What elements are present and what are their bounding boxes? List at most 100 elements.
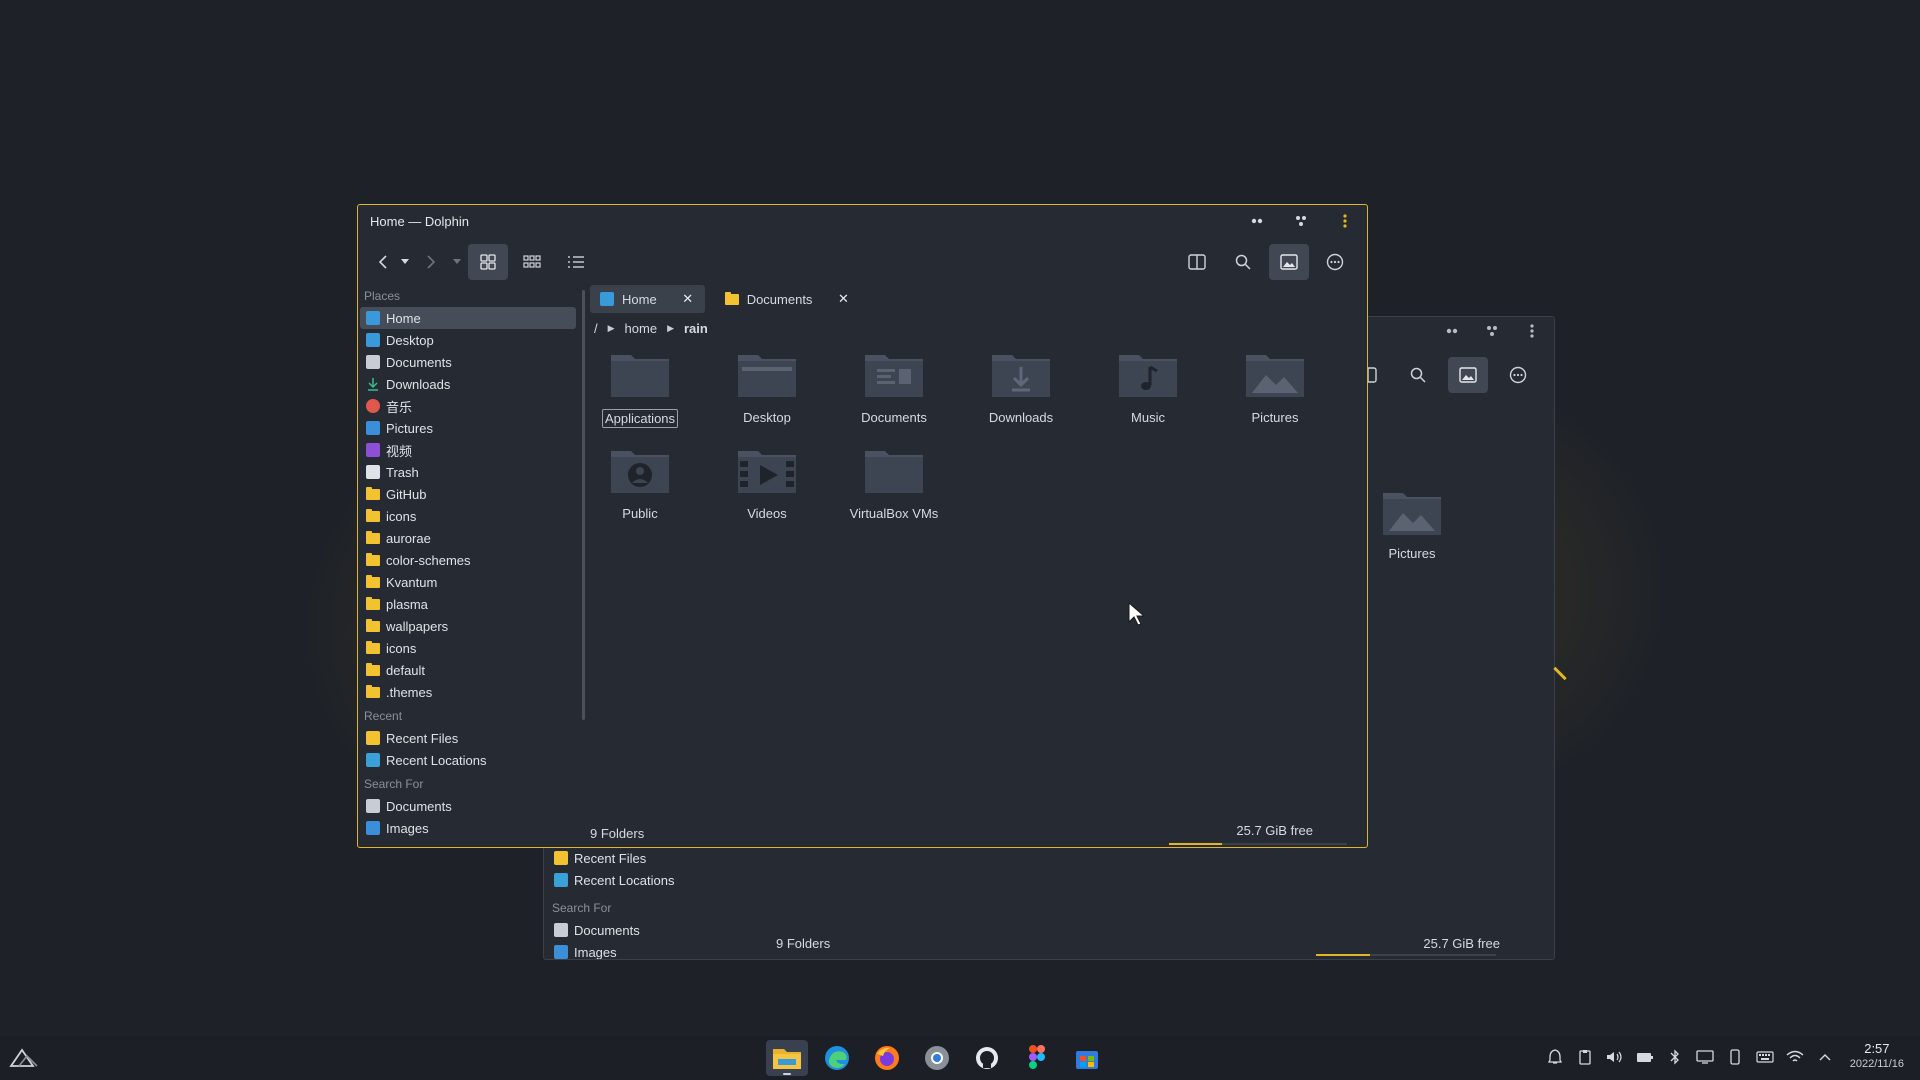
dolphin-window[interactable]: Home — Dolphin Places Home Desktop Docum… (357, 204, 1368, 848)
folder-item[interactable]: Videos (717, 445, 817, 523)
folder-applications-icon (611, 355, 669, 397)
folder-item[interactable]: Music (1098, 349, 1198, 427)
sidebar-item-desktop[interactable]: Desktop (360, 329, 576, 351)
sidebar-item-plasma[interactable]: plasma (360, 593, 576, 615)
sidebar-item-trash[interactable]: Trash (360, 461, 576, 483)
sidebar-item-pictures[interactable]: Pictures (360, 417, 576, 439)
chevron-right-icon[interactable]: ▶ (608, 323, 615, 334)
folder-item[interactable]: Downloads (971, 349, 1071, 427)
sidebar-item-recent-files[interactable]: Recent Files (360, 727, 576, 749)
folder-item[interactable]: Pictures (1362, 487, 1462, 561)
details-view-button[interactable] (556, 244, 596, 280)
breadcrumb-home[interactable]: home (625, 321, 658, 336)
close-icon[interactable] (1524, 323, 1540, 339)
keyboard-icon[interactable] (1756, 1048, 1774, 1066)
back-button[interactable] (372, 244, 394, 280)
wifi-icon[interactable] (1786, 1048, 1804, 1066)
phone-icon[interactable] (1726, 1048, 1744, 1066)
folder-item[interactable]: VirtualBox VMs (844, 445, 944, 523)
file-manager-icon[interactable] (766, 1040, 808, 1076)
preview-button[interactable] (1269, 244, 1309, 280)
sidebar-item-icons[interactable]: icons (360, 505, 576, 527)
sidebar-item-wallpapers[interactable]: wallpapers (360, 615, 576, 637)
sidebar-item-search-images[interactable]: Images (360, 817, 576, 839)
sidebar-item-color-schemes[interactable]: color-schemes (360, 549, 576, 571)
pictures-icon (366, 421, 380, 435)
window-controls (1249, 213, 1353, 229)
sidebar-item-search-documents[interactable]: Documents (548, 919, 754, 941)
folder-icon (366, 662, 380, 676)
figma-icon[interactable] (1016, 1040, 1058, 1076)
sidebar-item-search-images[interactable]: Images (548, 941, 754, 959)
sidebar-item-recent-locations[interactable]: Recent Locations (360, 749, 576, 771)
volume-icon[interactable] (1606, 1048, 1624, 1066)
chevron-up-icon[interactable] (1816, 1048, 1834, 1066)
firefox-icon[interactable] (866, 1040, 908, 1076)
chevron-right-icon[interactable]: ▶ (667, 323, 674, 334)
mouse-cursor-icon (1128, 601, 1146, 631)
folder-icon (366, 596, 380, 610)
sidebar-lower: Recent Files Recent Locations Search For… (548, 847, 758, 959)
split-view-button[interactable] (1177, 244, 1217, 280)
title-bar[interactable]: Home — Dolphin (358, 205, 1367, 237)
notifications-icon[interactable] (1546, 1048, 1564, 1066)
sidebar-item-kvantum[interactable]: Kvantum (360, 571, 576, 593)
breadcrumb-current[interactable]: rain (684, 321, 708, 336)
display-icon[interactable] (1696, 1048, 1714, 1066)
battery-icon[interactable] (1636, 1048, 1654, 1066)
folder-virtualbox-icon (865, 451, 923, 493)
sidebar-item-videos[interactable]: 视频 (360, 439, 576, 461)
minimize-icon[interactable] (1249, 213, 1265, 229)
sidebar-item-search-documents[interactable]: Documents (360, 795, 576, 817)
close-icon[interactable] (1337, 213, 1353, 229)
sidebar-item-default[interactable]: default (360, 659, 576, 681)
sidebar-item-music[interactable]: 音乐 (360, 395, 576, 417)
menu-button[interactable] (1498, 357, 1538, 393)
bluetooth-icon[interactable] (1666, 1048, 1684, 1066)
icons-view-button[interactable] (468, 244, 508, 280)
preview-button[interactable] (1448, 357, 1488, 393)
github-desktop-icon[interactable] (966, 1040, 1008, 1076)
store-icon[interactable] (1066, 1040, 1108, 1076)
folder-videos-icon (738, 451, 796, 493)
search-button[interactable] (1223, 244, 1263, 280)
close-tab-icon[interactable]: ✕ (681, 291, 695, 307)
folder-item[interactable]: Documents (844, 349, 944, 427)
forward-button[interactable] (416, 244, 446, 280)
folder-item[interactable]: Desktop (717, 349, 817, 427)
tab-home[interactable]: Home ✕ (590, 285, 705, 313)
sidebar-item-themes[interactable]: .themes (360, 681, 576, 703)
clipboard-icon[interactable] (1576, 1048, 1594, 1066)
sidebar-item-documents[interactable]: Documents (360, 351, 576, 373)
close-tab-icon[interactable]: ✕ (836, 291, 850, 307)
tab-documents[interactable]: Documents ✕ (715, 285, 861, 313)
taskbar-apps (766, 1040, 1108, 1076)
sidebar-item-recent-locations[interactable]: Recent Locations (548, 869, 754, 891)
maximize-icon[interactable] (1293, 213, 1309, 229)
edge-browser-icon[interactable] (816, 1040, 858, 1076)
sidebar-splitter[interactable] (582, 290, 585, 720)
minimize-icon[interactable] (1444, 323, 1460, 339)
sidebar-item-recent-files[interactable]: Recent Files (548, 847, 754, 869)
breadcrumb-root[interactable]: / (594, 321, 598, 336)
clock[interactable]: 2:57 2022/11/16 (1850, 1041, 1904, 1070)
maximize-icon[interactable] (1484, 323, 1500, 339)
sidebar-item-github[interactable]: GitHub (360, 483, 576, 505)
chromium-icon[interactable] (916, 1040, 958, 1076)
folder-item[interactable]: Pictures (1225, 349, 1325, 427)
search-button[interactable] (1398, 357, 1438, 393)
folder-icon (366, 508, 380, 522)
forward-dropdown-icon[interactable] (450, 244, 464, 280)
folder-item[interactable]: Applications (590, 349, 690, 428)
sidebar-item-icons-2[interactable]: icons (360, 637, 576, 659)
menu-button[interactable] (1315, 244, 1355, 280)
back-dropdown-icon[interactable] (398, 244, 412, 280)
videos-icon (366, 443, 380, 457)
sidebar-item-aurorae[interactable]: aurorae (360, 527, 576, 549)
sidebar-item-downloads[interactable]: Downloads (360, 373, 576, 395)
app-launcher-icon[interactable] (8, 1044, 40, 1072)
folder-item[interactable]: Public (590, 445, 690, 523)
free-space-text: 25.7 GiB free (1236, 823, 1313, 838)
sidebar-item-home[interactable]: Home (360, 307, 576, 329)
compact-view-button[interactable] (512, 244, 552, 280)
